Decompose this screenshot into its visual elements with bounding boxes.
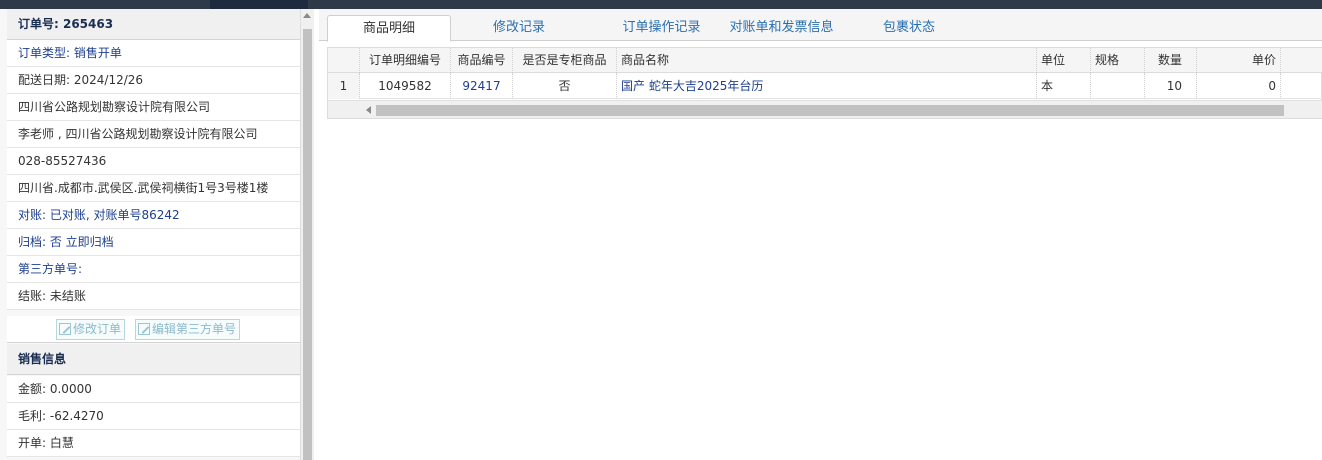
edit-order-label: 修改订单: [73, 322, 122, 336]
phone-number: 028-85527436: [7, 148, 300, 175]
detail-area: 商品明细 修改记录 订单操作记录 对账单和发票信息 包裹状态 订单明细编号 商品…: [319, 9, 1322, 460]
tab-bar: 商品明细 修改记录 订单操作记录 对账单和发票信息 包裹状态: [319, 9, 1322, 42]
col-detail-id[interactable]: 订单明细编号: [360, 48, 451, 73]
gross-profit: 毛利: -62.4270: [7, 403, 300, 430]
grid-scrollbar-thumb[interactable]: [376, 105, 1284, 116]
cell-unit: 本: [1037, 73, 1091, 99]
row-number-header: [328, 48, 360, 73]
order-number-header: 订单号: 265463: [7, 9, 300, 40]
cell-unit-price: 0: [1197, 73, 1281, 99]
order-info-panel: 订单号: 265463 订单类型: 销售开单 配送日期: 2024/12/26 …: [0, 9, 314, 460]
product-grid: 订单明细编号 商品编号 是否是专柜商品 商品名称 单位 规格 数量 单价 1 1…: [327, 47, 1322, 119]
tab-package-status[interactable]: 包裹状态: [859, 15, 959, 41]
reconcile-status[interactable]: 对账: 已对账, 对账单号86242: [7, 202, 300, 229]
col-counter-product[interactable]: 是否是专柜商品: [513, 48, 617, 73]
col-product-name[interactable]: 商品名称: [617, 48, 1037, 73]
top-strip-segment: [210, 0, 308, 9]
cell-spec: [1091, 73, 1145, 99]
tab-edit-history[interactable]: 修改记录: [469, 15, 569, 41]
order-type: 订单类型: 销售开单: [7, 40, 300, 67]
delivery-date: 配送日期: 2024/12/26: [7, 67, 300, 94]
edit-order-button[interactable]: 修改订单: [56, 319, 126, 340]
scroll-left-icon[interactable]: [366, 106, 371, 114]
cell-product-name-link[interactable]: 国产 蛇年大吉2025年台历: [617, 73, 1037, 99]
col-spec[interactable]: 规格: [1091, 48, 1145, 73]
order-opener: 开单: 白慧: [7, 430, 300, 457]
edit-third-party-button[interactable]: 编辑第三方单号: [135, 319, 241, 340]
top-strip: [0, 0, 1322, 9]
action-button-row: 修改订单 编辑第三方单号: [7, 316, 300, 343]
left-scrollbar[interactable]: [300, 9, 314, 460]
cell-product-id-link[interactable]: 92417: [451, 73, 513, 99]
row-number: 1: [328, 73, 360, 99]
col-quantity[interactable]: 数量: [1145, 48, 1197, 73]
tab-reconcile-invoice[interactable]: 对账单和发票信息: [719, 15, 844, 41]
left-scrollbar-thumb[interactable]: [303, 29, 312, 460]
settle-status: 结账: 未结账: [7, 283, 300, 310]
cell-detail-id: 1049582: [360, 73, 451, 99]
edit-icon: [59, 323, 71, 335]
sales-info-header: 销售信息: [7, 344, 300, 375]
contact-info: 李老师 , 四川省公路规划勘察设计院有限公司: [7, 121, 300, 148]
delivery-address: 四川省.成都市.武侯区.武侯祠横街1号3号楼1楼: [7, 175, 300, 202]
third-party-number: 第三方单号:: [7, 256, 300, 283]
tab-operation-log[interactable]: 订单操作记录: [599, 15, 724, 41]
archive-status[interactable]: 归档: 否 立即归档: [7, 229, 300, 256]
cell-quantity: 10: [1145, 73, 1197, 99]
sales-amount: 金额: 0.0000: [7, 376, 300, 403]
grid-header: 订单明细编号 商品编号 是否是专柜商品 商品名称 单位 规格 数量 单价: [328, 48, 1322, 73]
edit-third-party-label: 编辑第三方单号: [152, 322, 237, 336]
col-unit[interactable]: 单位: [1037, 48, 1091, 73]
scroll-up-icon[interactable]: [303, 13, 311, 18]
cell-counter-product: 否: [513, 73, 617, 99]
company-name: 四川省公路规划勘察设计院有限公司: [7, 94, 300, 121]
table-row[interactable]: 1 1049582 92417 否 国产 蛇年大吉2025年台历 本 10 0: [328, 73, 1322, 99]
col-product-id[interactable]: 商品编号: [451, 48, 513, 73]
tab-product-detail[interactable]: 商品明细: [327, 15, 451, 42]
edit-icon: [138, 323, 150, 335]
grid-horizontal-scrollbar[interactable]: [328, 100, 1322, 118]
col-unit-price[interactable]: 单价: [1197, 48, 1281, 73]
